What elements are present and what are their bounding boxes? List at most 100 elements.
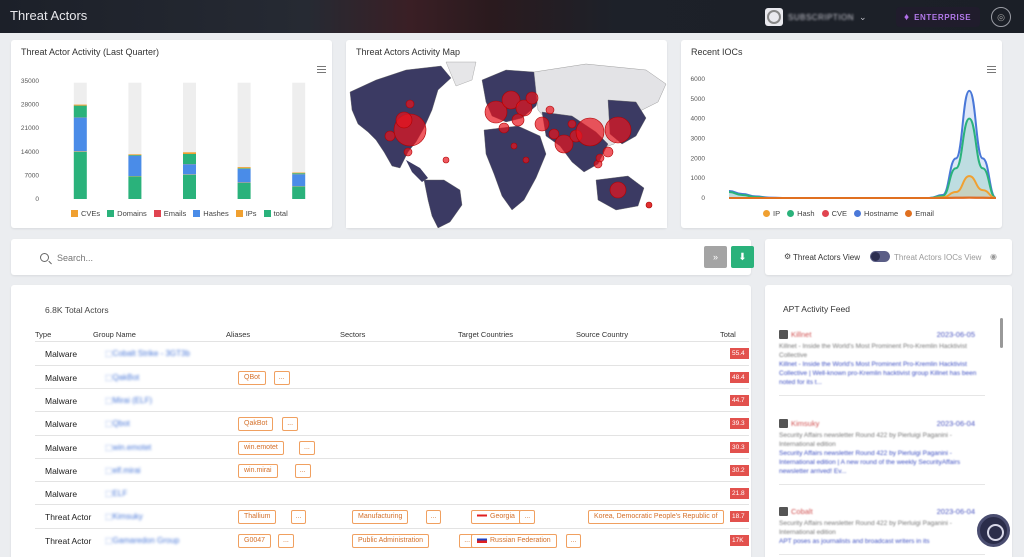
row-group-name[interactable]: ⬚ELF xyxy=(105,489,127,498)
col-sectors[interactable]: Sectors xyxy=(340,330,365,339)
feed-item[interactable]: Kimsuky 2023-06-04 Security Affairs newsle… xyxy=(779,417,985,485)
alias-more-button[interactable]: ... xyxy=(290,510,307,524)
alias-tag[interactable]: QBot xyxy=(238,371,266,385)
alias-tag[interactable]: QakBot xyxy=(238,417,274,431)
country-more-button[interactable]: ... xyxy=(565,534,582,548)
legend-item[interactable]: CVEs xyxy=(71,209,100,218)
feed-date: 2023-06-05 xyxy=(936,330,975,339)
assistant-fab-icon[interactable] xyxy=(977,514,1010,547)
legend-item[interactable]: Hostname xyxy=(854,209,898,218)
alias-more-button[interactable]: ... xyxy=(299,441,315,455)
feed-actor-name[interactable]: Killnet xyxy=(791,330,811,339)
alias-tag[interactable]: G0047 xyxy=(238,534,272,548)
table-row[interactable]: Malware ⬚Mirai (ELF) 44.7 xyxy=(35,388,749,412)
table-row[interactable]: Malware ⬚Cobalt Strike - 3GT3b 55.4 xyxy=(35,341,749,365)
feed-item[interactable]: Cobalt 2023-06-04 Security Affairs newslet… xyxy=(779,505,985,555)
legend-label: CVE xyxy=(831,209,848,218)
row-group-name[interactable]: ⬚Cobalt Strike - 3GT3b xyxy=(105,349,190,358)
table-row[interactable]: Threat Actor ⬚Gamaredon Group G0047... Publ… xyxy=(35,528,749,552)
feed-item[interactable]: Killnet 2023-06-05 Killnet - Inside the Wo… xyxy=(779,328,985,396)
col-aliases[interactable]: Aliases xyxy=(226,330,250,339)
feed-link[interactable]: Security Affairs newsletter Round 422 by… xyxy=(779,449,985,484)
legend-item[interactable]: IP xyxy=(763,209,780,218)
activity-chart-legend: CVEs Domains Emails Hashes IPs total xyxy=(71,209,288,218)
col-target-countries[interactable]: Target Countries xyxy=(458,330,513,339)
feed-item-header: Kimsuky 2023-06-04 xyxy=(779,417,985,431)
legend-label: Hostname xyxy=(864,209,899,218)
sector-tag[interactable]: Manufacturing xyxy=(352,510,409,524)
row-group-name[interactable]: ⬚Mirai (ELF) xyxy=(105,396,152,405)
alias-more-button[interactable]: ... xyxy=(294,464,311,478)
col-total[interactable]: Total xyxy=(720,330,736,339)
row-group-name[interactable]: ⬚QakBot xyxy=(105,373,139,382)
edition-badge[interactable]: ♦ ENTERPRISE xyxy=(896,7,980,27)
collapse-button[interactable]: » xyxy=(704,246,727,268)
row-group-name[interactable]: ⬚Gamaredon Group xyxy=(105,536,179,545)
alias-more-button[interactable]: ... xyxy=(278,534,294,548)
sector-more-button[interactable]: ... xyxy=(425,510,442,524)
source-country-tag[interactable]: Korea, Democratic People's Republic of xyxy=(588,510,724,524)
table-row[interactable]: Malware ⬚elf.mirai win.mirai... 30.2 xyxy=(35,458,749,482)
feed-link[interactable]: Killnet - Inside the World's Most Promin… xyxy=(779,360,985,395)
bar-segment-cves xyxy=(73,104,87,106)
alias-more-button[interactable]: ... xyxy=(273,371,290,385)
legend-item[interactable]: CVE xyxy=(821,209,848,218)
table-row[interactable]: Malware ⬚ELF 21.8 xyxy=(35,481,749,505)
iocs-chart-legend: IP Hash CVE Hostname Email xyxy=(763,209,934,218)
table-row[interactable]: Malware ⬚QakBot QBot... 48.4 xyxy=(35,365,749,389)
alias-tag[interactable]: win.emotet xyxy=(238,441,284,455)
threat-actors-iocs-view-label[interactable]: Threat Actors IOCs View xyxy=(894,253,981,262)
search-input[interactable] xyxy=(57,253,657,263)
feed-item-header: Killnet 2023-06-05 xyxy=(779,328,985,342)
legend-item[interactable]: IPs xyxy=(235,209,257,218)
y-tick-label: 5000 xyxy=(691,96,706,103)
actor-avatar-icon xyxy=(779,419,788,428)
row-group-name[interactable]: ⬚Qbot xyxy=(105,419,130,428)
legend-item[interactable]: Email xyxy=(905,209,934,218)
y-tick-label: 1000 xyxy=(691,175,706,182)
legend-item[interactable]: total xyxy=(263,209,288,218)
row-group-name[interactable]: ⬚elf.mirai xyxy=(105,466,141,475)
row-group-name[interactable]: ⬚win.emotet xyxy=(105,443,151,452)
sector-tag[interactable]: Public Administration xyxy=(352,534,429,548)
view-toggle-switch[interactable] xyxy=(870,251,890,262)
top-bar: Threat Actors SUBSCRIPTION ⌄ ♦ ENTERPRIS… xyxy=(0,0,1024,33)
col-type[interactable]: Type xyxy=(35,330,51,339)
y-tick-label: 35000 xyxy=(21,78,39,85)
page-title: Threat Actors xyxy=(10,8,88,23)
table-row[interactable]: Threat Actor ⬚Kimsuky Thallium... Manufactu… xyxy=(35,504,749,528)
row-type: Malware xyxy=(45,466,78,476)
country-more-button[interactable]: ... xyxy=(519,510,536,524)
bar-segment-cves xyxy=(292,172,306,174)
alias-tag[interactable]: Thallium xyxy=(238,510,277,524)
feed-actor-name[interactable]: Cobalt xyxy=(791,507,813,516)
row-type: Malware xyxy=(45,373,78,383)
alias-more-button[interactable]: ... xyxy=(282,417,299,431)
legend-item[interactable]: Hashes xyxy=(193,209,229,218)
legend-item[interactable]: Emails xyxy=(153,209,186,218)
legend-item[interactable]: Domains xyxy=(107,209,147,218)
col-group-name[interactable]: Group Name xyxy=(93,330,136,339)
legend-item[interactable]: Hash xyxy=(787,209,815,218)
table-row[interactable]: Malware ⬚Qbot QakBot... 39.3 xyxy=(35,411,749,435)
col-source-country[interactable]: Source Country xyxy=(576,330,628,339)
eye-icon: ◉ xyxy=(990,252,997,261)
row-group-name[interactable]: ⬚Kimsuky xyxy=(105,512,143,521)
table-row[interactable]: Malware ⬚win.emotet win.emotet... 30.3 xyxy=(35,435,749,459)
legend-swatch xyxy=(263,210,271,217)
y-tick-label: 28000 xyxy=(21,102,39,109)
alias-tag[interactable]: win.mirai xyxy=(238,464,278,478)
y-tick-label: 3000 xyxy=(691,136,706,143)
feed-link[interactable]: APT poses as journalists and broadcast w… xyxy=(779,537,985,554)
org-selector[interactable]: SUBSCRIPTION ⌄ xyxy=(765,6,885,28)
download-button[interactable]: ⬇ xyxy=(731,246,754,268)
feed-scrollbar[interactable] xyxy=(1000,318,1003,348)
search-icon xyxy=(40,253,49,262)
threat-actors-view-label[interactable]: Threat Actors View xyxy=(793,253,860,262)
country-tag[interactable]: Russian Federation xyxy=(471,534,557,548)
feed-actor-name[interactable]: Kimsuky xyxy=(791,419,819,428)
bar-segment-ips xyxy=(73,151,87,152)
user-avatar-icon[interactable]: ◎ xyxy=(991,7,1011,27)
country-tag[interactable]: Georgia xyxy=(471,510,521,524)
world-activity-map[interactable] xyxy=(346,40,667,228)
